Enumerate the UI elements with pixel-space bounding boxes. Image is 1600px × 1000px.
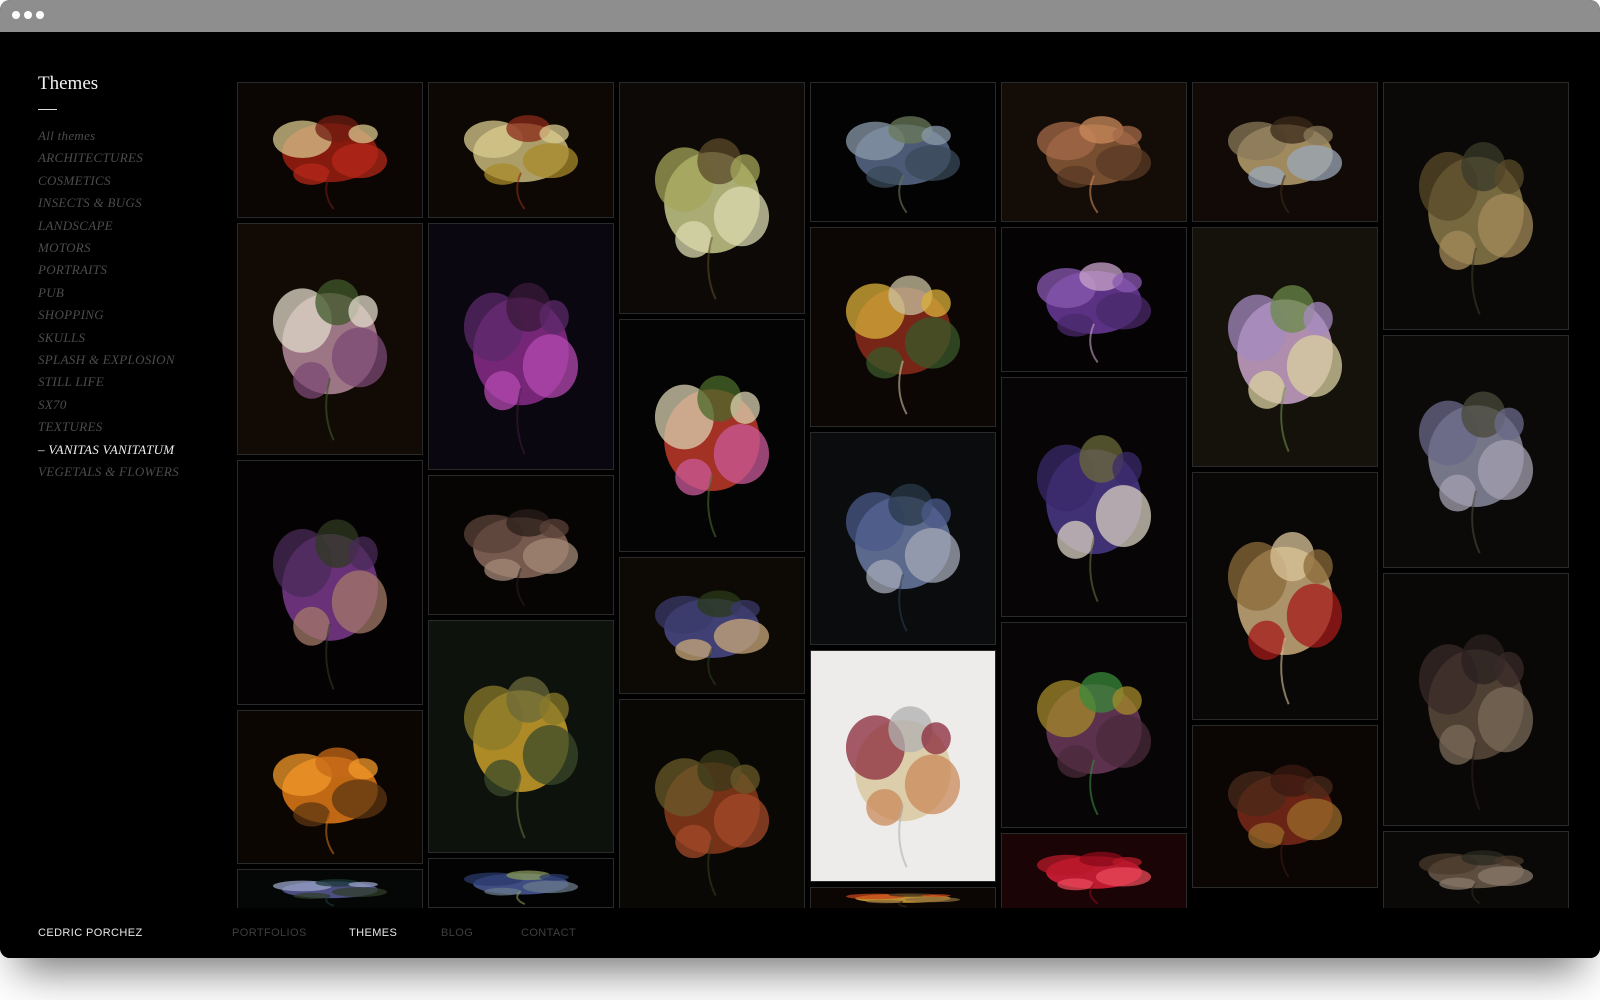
photo-pale-bouquet[interactable] (237, 223, 423, 455)
photo-partial-bottom-4-image (1384, 574, 1568, 825)
theme-item-insects-bugs[interactable]: INSECTS & BUGS (38, 192, 238, 214)
theme-item-all-themes[interactable]: All themes (38, 125, 238, 147)
theme-item-motors[interactable]: MOTORS (38, 237, 238, 259)
photo-partial-bottom-3-image (1384, 336, 1568, 567)
photo-skull-goggles[interactable] (1192, 82, 1378, 222)
photo-partial-bottom-2[interactable] (1383, 82, 1569, 330)
theme-item-pub[interactable]: PUB (38, 282, 238, 304)
photo-hanging-flower[interactable] (810, 82, 996, 222)
photo-blue-blossoms[interactable] (237, 869, 423, 908)
photo-dried-bouquet-image (620, 700, 804, 908)
theme-item-cosmetics[interactable]: COSMETICS (38, 170, 238, 192)
photo-oranges-bowl-image (238, 711, 422, 863)
photo-skull-goggles-image (1193, 83, 1377, 221)
photo-dry-lily[interactable] (428, 475, 614, 615)
photo-partial-bottom-5[interactable] (1383, 831, 1569, 908)
photo-pomegranate-bowl[interactable] (810, 227, 996, 427)
window-close-dot[interactable] (12, 11, 20, 19)
photo-skull-flowers-dark[interactable] (1001, 377, 1187, 617)
photo-partial-bottom-5-image (1384, 832, 1568, 908)
photo-partial-bottom-1[interactable] (1192, 725, 1378, 888)
photo-red-carnation[interactable] (1001, 833, 1187, 908)
theme-item-textures[interactable]: TEXTURES (38, 416, 238, 438)
photo-blue-lilac-image (811, 433, 995, 644)
nav-blog[interactable]: BLOG (441, 927, 473, 939)
photo-dry-leaves[interactable] (1001, 82, 1187, 222)
nav-contact[interactable]: CONTACT (521, 927, 576, 939)
title-bar (0, 0, 1600, 32)
photo-pastel-bouquet-image (1193, 228, 1377, 466)
photo-pastel-bouquet[interactable] (1192, 227, 1378, 467)
nav-portfolios[interactable]: PORTFOLIOS (232, 927, 307, 939)
photo-red-carnation-image (1002, 834, 1186, 908)
photo-skull-flowers-table[interactable] (428, 82, 614, 218)
theme-item-portraits[interactable]: PORTRAITS (38, 259, 238, 281)
photo-skull-glass-image (811, 651, 995, 881)
photo-blue-iris-image (429, 859, 613, 907)
photo-skull-dried-flowers-image (1193, 473, 1377, 719)
photo-red-bouquet[interactable] (619, 319, 805, 552)
themes-sidebar: Themes All themes ARCHITECTURES COSMETICS I… (38, 72, 238, 484)
photo-skull-hydrangea[interactable] (619, 82, 805, 314)
theme-item-architectures[interactable]: ARCHITECTURES (38, 147, 238, 169)
photo-hanging-purple-iris[interactable] (237, 460, 423, 705)
theme-item-vegetals-flowers[interactable]: VEGETALS & FLOWERS (38, 461, 238, 483)
photo-skull-flowers-table-image (429, 83, 613, 217)
photo-partial-bottom-3[interactable] (1383, 335, 1569, 568)
photo-gallery (237, 82, 1600, 908)
theme-item-shopping[interactable]: SHOPPING (38, 304, 238, 326)
photo-dried-bouquet[interactable] (619, 699, 805, 908)
photo-partial-bottom-1-image (1193, 726, 1377, 887)
photo-magenta-flowers[interactable] (428, 223, 614, 470)
theme-item-still-life[interactable]: STILL LIFE (38, 371, 238, 393)
photo-hanging-flower-image (811, 83, 995, 221)
photo-partial-bottom-4[interactable] (1383, 573, 1569, 826)
window-minimize-dot[interactable] (24, 11, 32, 19)
photo-yellow-vase-image (429, 621, 613, 852)
photo-magenta-flowers-image (429, 224, 613, 469)
theme-item-vanitas-vanitatum[interactable]: – VANITAS VANITATUM (38, 439, 238, 461)
sidebar-divider (38, 109, 57, 110)
browser-window: Themes All themes ARCHITECTURES COSMETICS I… (0, 0, 1600, 958)
photo-pomegranate-split[interactable] (810, 887, 996, 908)
brand-name[interactable]: CEDRIC PORCHEZ (38, 927, 143, 939)
theme-list: All themes ARCHITECTURES COSMETICS INSECTS … (38, 125, 238, 484)
photo-purple-dahlia-image (1002, 228, 1186, 371)
photo-purple-vase[interactable] (619, 557, 805, 694)
photo-purple-dahlia[interactable] (1001, 227, 1187, 372)
photo-skull-dried-flowers[interactable] (1192, 472, 1378, 720)
theme-item-splash-explosion[interactable]: SPLASH & EXPLOSION (38, 349, 238, 371)
theme-item-sx70[interactable]: SX70 (38, 394, 238, 416)
theme-item-landscape[interactable]: LANDSCAPE (38, 215, 238, 237)
nav-themes[interactable]: THEMES (349, 927, 397, 939)
photo-pale-bouquet-image (238, 224, 422, 454)
photo-skull-red-flowers-image (238, 83, 422, 217)
photo-yellow-vase[interactable] (428, 620, 614, 853)
photo-oranges-bowl[interactable] (237, 710, 423, 864)
photo-partial-bottom-2-image (1384, 83, 1568, 329)
photo-pomegranate-split-image (811, 888, 995, 908)
theme-item-skulls[interactable]: SKULLS (38, 327, 238, 349)
photo-dry-leaves-image (1002, 83, 1186, 221)
photo-red-bouquet-image (620, 320, 804, 551)
photo-blue-blossoms-image (238, 870, 422, 908)
sidebar-title: Themes (38, 73, 99, 94)
photo-skull-flowers-dark-image (1002, 378, 1186, 616)
window-maximize-dot[interactable] (36, 11, 44, 19)
photo-skull-red-flowers[interactable] (237, 82, 423, 218)
photo-dry-lily-image (429, 476, 613, 614)
photo-dry-twisted-flower-image (1002, 623, 1186, 827)
photo-pomegranate-bowl-image (811, 228, 995, 426)
photo-hanging-purple-iris-image (238, 461, 422, 704)
photo-dry-twisted-flower[interactable] (1001, 622, 1187, 828)
site-footer: CEDRIC PORCHEZ PORTFOLIOS THEMES BLOG CO… (0, 908, 1600, 958)
photo-skull-hydrangea-image (620, 83, 804, 313)
photo-blue-iris[interactable] (428, 858, 614, 908)
photo-blue-lilac[interactable] (810, 432, 996, 645)
photo-purple-vase-image (620, 558, 804, 693)
photo-skull-glass[interactable] (810, 650, 996, 882)
